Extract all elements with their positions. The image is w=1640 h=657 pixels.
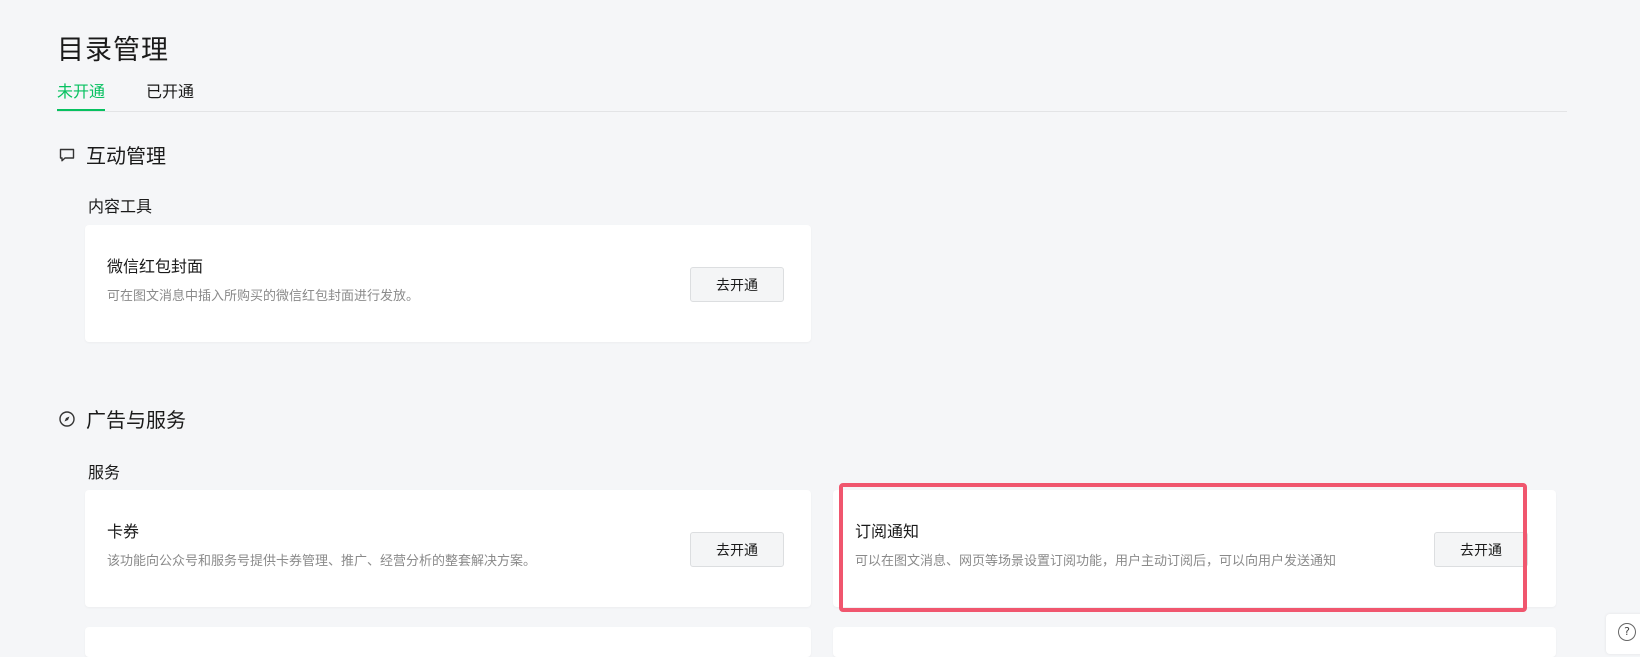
card-title: 微信红包封面 [107,257,204,276]
help-icon: ? [1618,623,1636,641]
tab-bar: 未开通 已开通 [57,82,1567,112]
card-description: 可在图文消息中插入所购买的微信红包封面进行发放。 [107,289,420,304]
section-ads-and-services: 广告与服务 [58,404,186,433]
catalog-management-page: 目录管理 未开通 已开通 互动管理 内容工具 微信红包封面 可在图文消息中插入所… [0,0,1640,657]
tab-opened[interactable]: 已开通 [146,82,194,109]
activate-button[interactable]: 去开通 [690,532,784,567]
page-title: 目录管理 [57,35,169,66]
help-button[interactable]: ? [1606,614,1640,654]
section-title: 广告与服务 [86,408,186,432]
chat-bubble-icon [58,146,76,164]
card-title: 订阅通知 [855,522,920,541]
card-partial [833,627,1556,657]
card-subscription-notification: 订阅通知 可以在图文消息、网页等场景设置订阅功能，用户主动订阅后，可以向用户发送… [833,490,1556,607]
card-partial [85,627,811,657]
card-wechat-red-packet-cover: 微信红包封面 可在图文消息中插入所购买的微信红包封面进行发放。 去开通 [85,225,811,342]
section-interaction-management: 互动管理 [58,140,166,169]
card-coupons: 卡券 该功能向公众号和服务号提供卡券管理、推广、经营分析的整套解决方案。 去开通 [85,490,811,607]
subsection-title-content-tools: 内容工具 [88,197,153,216]
card-description: 该功能向公众号和服务号提供卡券管理、推广、经营分析的整套解决方案。 [107,554,537,569]
tab-unopened[interactable]: 未开通 [57,82,106,111]
compass-icon [58,410,76,428]
activate-button[interactable]: 去开通 [690,267,784,302]
subsection-title-services: 服务 [88,463,121,482]
card-title: 卡券 [107,522,140,541]
section-title: 互动管理 [86,144,166,168]
activate-button[interactable]: 去开通 [1434,532,1528,567]
card-description: 可以在图文消息、网页等场景设置订阅功能，用户主动订阅后，可以向用户发送通知 [855,554,1337,569]
